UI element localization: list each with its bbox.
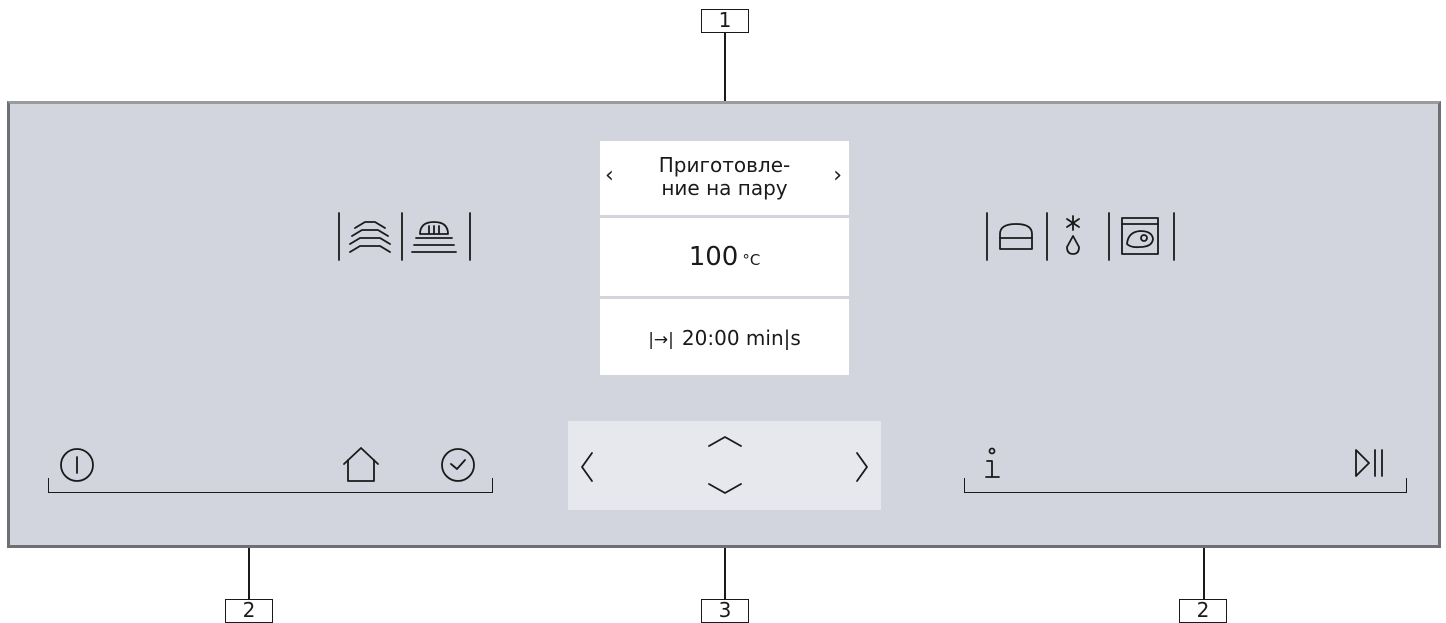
steam-cooking-icon[interactable] <box>408 214 460 258</box>
temperature-value: 100 <box>688 242 739 272</box>
mode-cell[interactable]: Приготовле- ние на пару ‹ › <box>600 141 849 215</box>
temperature-unit: °C <box>742 251 761 269</box>
play-pause-icon[interactable] <box>1353 446 1387 482</box>
duration-cell[interactable]: |→| 20:00 min|s <box>600 299 849 375</box>
defrost-icon[interactable] <box>1058 212 1088 260</box>
mode-label-line2: ние на пару <box>661 176 788 200</box>
temperature-cell[interactable]: 100 °C <box>600 218 849 296</box>
mode-prev-arrow[interactable]: ‹ <box>605 163 614 188</box>
sensor-bracket-right <box>964 478 1407 493</box>
arrow-right-icon[interactable] <box>853 449 873 485</box>
callout-2-right: 2 <box>1179 599 1227 623</box>
info-icon[interactable] <box>980 444 1006 482</box>
arrow-left-icon[interactable] <box>576 449 596 485</box>
steam-icon[interactable] <box>346 214 394 258</box>
mode-next-arrow[interactable]: › <box>833 163 842 188</box>
sensor-bracket-left <box>48 478 493 493</box>
arrow-up-icon[interactable] <box>705 433 745 449</box>
callout-1: 1 <box>701 9 749 33</box>
arrow-down-icon[interactable] <box>705 481 745 497</box>
display: Приготовле- ние на пару ‹ › 100 °C |→| 20:… <box>600 141 849 375</box>
home-icon[interactable] <box>340 444 382 484</box>
duration-icon: |→| <box>648 330 674 350</box>
navigation-pad <box>568 421 881 510</box>
timer-icon[interactable] <box>438 446 478 484</box>
power-icon[interactable] <box>58 446 96 484</box>
callout-3: 3 <box>701 599 749 623</box>
food-package-icon[interactable] <box>1118 214 1162 258</box>
mode-label-line1: Приготовле- <box>658 153 791 177</box>
duration-value: 20:00 min|s <box>681 326 801 350</box>
oven-cavity-icon[interactable] <box>994 214 1038 258</box>
callout-2-left: 2 <box>225 599 273 623</box>
